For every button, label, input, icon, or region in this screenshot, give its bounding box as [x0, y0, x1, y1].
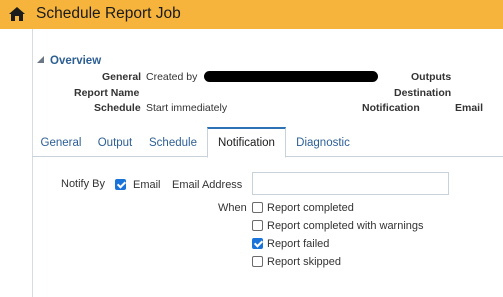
general-value: Created by [146, 71, 198, 83]
email-address-input[interactable] [252, 172, 449, 195]
destination-label: Destination [394, 87, 452, 99]
tab-diagnostic[interactable]: Diagnostic [290, 127, 356, 157]
collapse-triangle-icon[interactable] [36, 55, 45, 64]
report-failed-label[interactable]: Report failed [267, 238, 329, 250]
report-skipped-checkbox[interactable] [252, 256, 263, 267]
schedule-label: Schedule [94, 102, 141, 114]
report-completed-warnings-label[interactable]: Report completed with warnings [267, 220, 424, 232]
home-icon[interactable] [8, 6, 26, 22]
email-checkbox-label[interactable]: Email [133, 179, 161, 191]
report-skipped-label[interactable]: Report skipped [267, 256, 341, 268]
outputs-label: Outputs [411, 71, 452, 83]
schedule-value: Start immediately [146, 102, 228, 114]
report-name-label: Report Name [74, 87, 140, 99]
tab-schedule[interactable]: Schedule [144, 127, 202, 157]
report-completed-warnings-checkbox[interactable] [252, 220, 263, 231]
tab-notification[interactable]: Notification [207, 127, 286, 158]
general-label: General [102, 71, 142, 83]
tab-bar: General Output Schedule Notification Dia… [32, 127, 503, 158]
redaction-mark [204, 71, 378, 82]
notify-by-label: Notify By [61, 178, 106, 190]
email-address-label: Email Address [172, 179, 243, 191]
notification-value: Email [455, 102, 484, 114]
tab-general[interactable]: General [35, 127, 87, 157]
tab-output[interactable]: Output [92, 127, 138, 157]
overview-section-title[interactable]: Overview [50, 55, 101, 67]
report-completed-checkbox[interactable] [252, 202, 263, 213]
when-label: When [218, 202, 247, 214]
page-title: Schedule Report Job [36, 5, 181, 22]
notification-label: Notification [362, 102, 420, 114]
report-failed-checkbox[interactable] [252, 238, 263, 249]
email-checkbox[interactable] [115, 179, 126, 190]
header-bar: Schedule Report Job [0, 0, 503, 29]
report-completed-label[interactable]: Report completed [267, 202, 354, 214]
